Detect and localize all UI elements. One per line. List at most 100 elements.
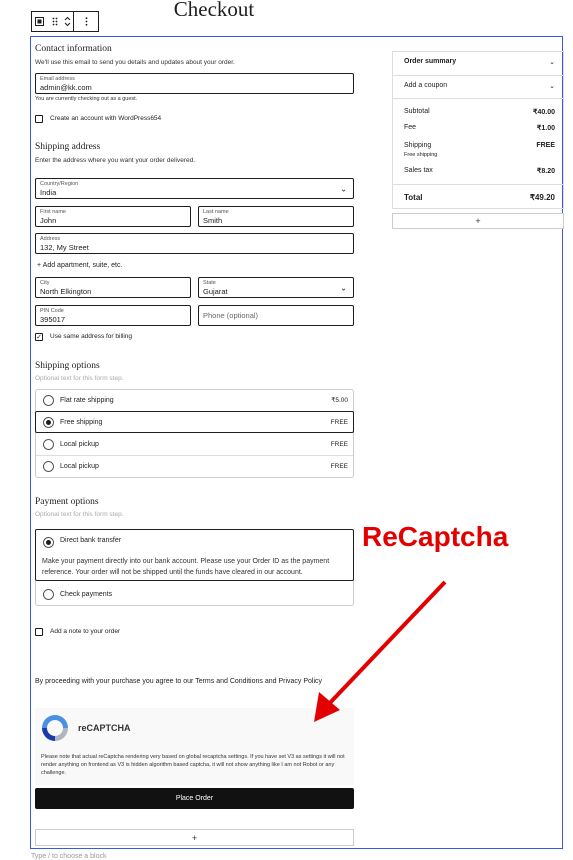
fee-row: Fee ₹1.00: [404, 124, 555, 132]
state-value: Gujarat: [203, 287, 228, 296]
total-row: Total ₹49.20: [404, 193, 555, 202]
divider: [393, 98, 563, 99]
country-select[interactable]: Country/Region India ⌄: [35, 178, 354, 199]
option-label: Flat rate shipping: [60, 396, 114, 404]
order-note-checkbox[interactable]: [35, 628, 43, 636]
place-order-button[interactable]: Place Order: [35, 788, 354, 809]
last-name-label: Last name: [203, 209, 229, 215]
add-block-button[interactable]: +: [35, 829, 354, 846]
shipping-address-heading: Shipping address: [35, 142, 101, 152]
chevron-down-icon: ⌄: [340, 184, 347, 193]
email-value: admin@kk.com: [40, 83, 92, 92]
recaptcha-note: Please note that actual reCaptcha render…: [41, 754, 345, 776]
radio-button-selected[interactable]: [43, 417, 54, 428]
city-label: City: [40, 280, 50, 286]
radio-button[interactable]: [43, 589, 54, 600]
fee-value: ₹1.00: [536, 125, 555, 132]
shipping-value: FREE: [536, 142, 555, 149]
option-price: FREE: [330, 440, 348, 448]
country-value: India: [40, 188, 57, 197]
sidebar-add-block-button[interactable]: +: [392, 213, 564, 229]
radio-button[interactable]: [43, 439, 54, 450]
coupon-toggle[interactable]: Add a coupon ⌄: [404, 82, 555, 90]
subtotal-row: Subtotal ₹40.00: [404, 108, 555, 116]
same-billing-checkbox[interactable]: ✓: [35, 333, 43, 341]
fee-label: Fee: [404, 124, 417, 131]
chevron-down-icon: ⌄: [340, 283, 347, 292]
create-account-label: Create an account with WordPress654: [50, 115, 162, 122]
contact-desc: We'll use this email to send you details…: [35, 59, 235, 66]
email-label: Email address: [40, 76, 75, 82]
total-value: ₹49.20: [529, 193, 555, 202]
shipping-option-local-pickup-2[interactable]: Local pickup FREE: [35, 455, 354, 477]
first-name-field[interactable]: First name John: [35, 206, 191, 227]
pin-value: 395017: [40, 315, 66, 324]
page-title: Checkout: [173, 0, 255, 21]
create-account-checkbox[interactable]: [35, 115, 43, 123]
email-field[interactable]: Email address admin@kk.com: [35, 73, 354, 94]
pin-code-field[interactable]: PIN Code 395017: [35, 305, 191, 326]
shipping-row: Shipping FREE: [404, 142, 555, 149]
option-price: ₹5.00: [331, 397, 348, 404]
block-hint: Type / to choose a block: [31, 853, 107, 860]
check-label: Check payments: [60, 590, 113, 598]
plus-icon: +: [191, 832, 198, 843]
city-field[interactable]: City North Elkington: [35, 277, 191, 298]
order-summary-toggle[interactable]: Order summary ⌄: [404, 58, 555, 66]
chevron-down-icon: ⌄: [549, 59, 555, 66]
pin-label: PIN Code: [40, 308, 64, 314]
chevron-down-icon: ⌄: [549, 83, 555, 90]
annotation-label: ReCaptcha: [362, 521, 509, 552]
address-field[interactable]: Address 132, My Street: [35, 233, 354, 254]
phone-field[interactable]: Phone (optional): [198, 305, 354, 326]
order-summary-panel: Order summary ⌄ Add a coupon ⌄ Subtotal …: [392, 51, 564, 209]
first-name-value: John: [40, 216, 57, 225]
bank-label: Direct bank transfer: [60, 537, 122, 544]
option-price: FREE: [330, 462, 348, 470]
shipping-options-heading: Shipping options: [35, 361, 100, 371]
total-label: Total: [404, 193, 423, 202]
shipping-label: Shipping: [404, 142, 432, 149]
option-label: Free shipping: [60, 418, 103, 426]
recaptcha-title: reCAPTCHA: [78, 723, 131, 733]
annotation-arrow-icon: [314, 580, 447, 722]
contact-heading: Contact information: [35, 44, 112, 54]
order-summary-title: Order summary: [404, 58, 457, 65]
tax-label: Sales tax: [404, 167, 433, 174]
checkmark-icon: ✓: [36, 333, 42, 341]
option-label: Local pickup: [60, 440, 99, 448]
last-name-value: Smith: [203, 216, 223, 225]
country-label: Country/Region: [40, 181, 79, 187]
state-select[interactable]: State Gujarat ⌄: [198, 277, 354, 298]
divider: [393, 75, 563, 76]
plus-icon: +: [475, 216, 481, 226]
shipping-option-flat-rate[interactable]: Flat rate shipping ₹5.00: [35, 389, 354, 411]
add-apartment-link[interactable]: + Add apartment, suite, etc.: [37, 262, 122, 269]
subtotal-label: Subtotal: [404, 108, 430, 115]
payment-options-heading: Payment options: [35, 497, 99, 507]
state-label: State: [203, 280, 216, 286]
phone-placeholder: Phone (optional): [203, 311, 259, 320]
radio-button[interactable]: [43, 461, 54, 472]
first-name-label: First name: [40, 209, 66, 215]
shipping-option-local-pickup[interactable]: Local pickup FREE: [35, 433, 354, 455]
last-name-field[interactable]: Last name Smith: [198, 206, 354, 227]
option-label: Local pickup: [60, 462, 99, 470]
terms-text: By proceeding with your purchase you agr…: [35, 678, 323, 685]
guest-note: You are currently checking out as a gues…: [35, 96, 138, 102]
address-label: Address: [40, 236, 61, 242]
subtotal-value: ₹40.00: [533, 109, 555, 116]
recaptcha-logo-icon: [42, 715, 68, 741]
tax-row: Sales tax ₹8.20: [404, 167, 555, 175]
shipping-sub: Free shipping: [404, 152, 438, 158]
address-value: 132, My Street: [40, 243, 89, 252]
tax-value: ₹8.20: [536, 168, 555, 175]
coupon-label: Add a coupon: [404, 82, 448, 89]
option-price: FREE: [330, 418, 348, 426]
radio-button[interactable]: [43, 395, 54, 406]
shipping-address-desc: Enter the address where you want your or…: [35, 157, 196, 164]
shipping-option-free[interactable]: Free shipping FREE: [35, 411, 354, 433]
divider: [393, 184, 563, 185]
order-note-label: Add a note to your order: [50, 628, 121, 635]
radio-button-selected[interactable]: [43, 537, 54, 548]
